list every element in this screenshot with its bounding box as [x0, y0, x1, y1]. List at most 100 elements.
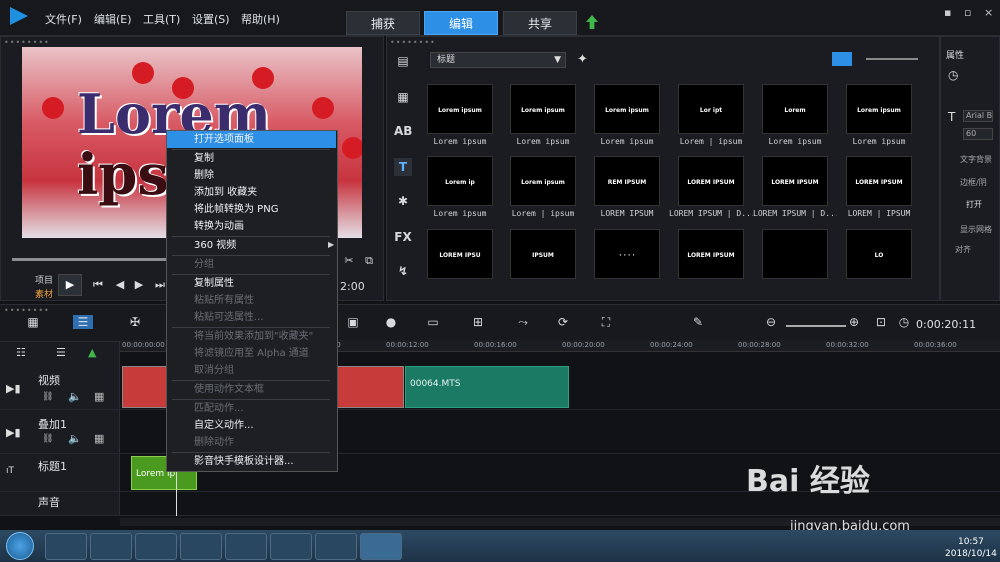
zoom-out-icon[interactable]: ⊖: [763, 315, 779, 329]
multi-camera-icon[interactable]: ⊞: [470, 315, 486, 329]
path-icon[interactable]: ↯: [394, 262, 412, 280]
taskbar-videostudio-icon[interactable]: [360, 533, 402, 560]
link-icon[interactable]: ⛓: [42, 392, 53, 402]
view-toggle-icon[interactable]: [832, 52, 852, 66]
system-clock[interactable]: 10:57 2018/10/14: [945, 536, 997, 560]
title-thumbnail[interactable]: LOREM IPSUM: [846, 156, 912, 206]
fit-icon[interactable]: ⊡: [873, 315, 889, 329]
split-icon[interactable]: ✂: [343, 255, 355, 267]
enlarge-icon[interactable]: ⧉: [363, 255, 375, 267]
context-menu-item[interactable]: 自定义动作...: [167, 417, 336, 434]
mixer-icon[interactable]: ▣: [345, 315, 361, 329]
title-thumbnail[interactable]: Lor ipt: [678, 84, 744, 134]
text-background-label[interactable]: 文字背景: [960, 154, 992, 165]
thumbnail-size-slider[interactable]: [866, 58, 918, 60]
speaker-icon[interactable]: 🔈: [68, 432, 82, 445]
auto-music-icon[interactable]: ●: [383, 315, 399, 329]
panel-grip-icon[interactable]: ••••••••: [4, 38, 50, 47]
tab-share[interactable]: 共享: [503, 11, 577, 35]
add-favorite-icon[interactable]: ✦: [577, 52, 588, 67]
close-button[interactable]: ×: [984, 6, 993, 19]
duration-clock-icon[interactable]: ◷: [896, 315, 912, 329]
zoom-slider[interactable]: [786, 325, 846, 327]
next-frame-icon[interactable]: ▶: [133, 279, 145, 291]
grid-icon[interactable]: ▦: [94, 390, 104, 403]
prev-frame-icon[interactable]: ◀: [114, 279, 126, 291]
play-button[interactable]: ▶: [58, 274, 82, 296]
screen-capture-icon[interactable]: ⛶: [598, 315, 614, 329]
minimize-button[interactable]: ▪: [944, 6, 951, 19]
open-label[interactable]: 打开: [966, 199, 982, 210]
home-icon[interactable]: ⏮: [92, 279, 104, 291]
link-icon[interactable]: ⛓: [42, 434, 53, 444]
end-icon[interactable]: ⏭: [154, 279, 166, 291]
motion-tracking-icon[interactable]: ⤳: [515, 315, 531, 329]
maximize-button[interactable]: ▫: [964, 6, 971, 19]
context-menu-item[interactable]: 将此帧转换为 PNG: [167, 201, 336, 218]
title-thumbnail[interactable]: Lorem ipsum: [510, 156, 576, 206]
title-thumbnail[interactable]: LOREM IPSUM: [762, 156, 828, 206]
start-button[interactable]: [6, 532, 34, 560]
font-select[interactable]: Arial B: [963, 110, 993, 122]
tools-icon[interactable]: ✠: [127, 315, 143, 329]
context-menu-item[interactable]: 转换为动画: [167, 218, 336, 235]
zoom-in-icon[interactable]: ⊕: [846, 315, 862, 329]
speaker-icon[interactable]: 🔈: [68, 390, 82, 403]
filter-icon[interactable]: FX: [394, 228, 412, 246]
transition-icon[interactable]: AB: [394, 122, 412, 140]
context-menu-item[interactable]: 影音快手模板设计器...: [167, 453, 336, 470]
context-menu-item[interactable]: 复制属性: [167, 275, 336, 292]
record-capture-icon[interactable]: ✎: [690, 315, 706, 329]
clip-mode-label[interactable]: 素材: [35, 287, 53, 300]
storyboard-view-icon[interactable]: ▦: [25, 315, 41, 329]
title-thumbnail[interactable]: LOREM IPSUM: [678, 229, 744, 279]
chapter-icon[interactable]: ☰: [56, 346, 66, 359]
menu-edit[interactable]: 编辑(E): [94, 11, 132, 27]
taskbar-explorer-icon[interactable]: [90, 533, 132, 560]
video-clip-mts[interactable]: 00064.MTS: [405, 366, 569, 408]
context-menu-item[interactable]: 打开选项面板: [167, 131, 336, 148]
title-thumbnail[interactable]: IPSUM: [510, 229, 576, 279]
graphic-icon[interactable]: ✱: [394, 192, 412, 210]
title-thumbnail[interactable]: Lorem: [762, 84, 828, 134]
add-track-icon[interactable]: ▲: [88, 346, 96, 359]
taskbar-browser-icon[interactable]: [45, 533, 87, 560]
title-thumbnail[interactable]: · · · ·: [594, 229, 660, 279]
menu-help[interactable]: 帮助(H): [241, 11, 280, 27]
menu-file[interactable]: 文件(F): [45, 11, 82, 27]
title-thumbnail[interactable]: Lorem ipsum: [846, 84, 912, 134]
media-icon[interactable]: ▤: [394, 52, 412, 70]
instant-project-icon[interactable]: ▦: [394, 88, 412, 106]
context-menu-item[interactable]: 360 视频: [167, 237, 336, 254]
rotate-icon[interactable]: ⟳: [555, 315, 571, 329]
title-thumbnail[interactable]: Lorem ip: [427, 156, 493, 206]
tab-edit[interactable]: 编辑: [424, 11, 498, 35]
title-icon[interactable]: T: [394, 158, 412, 176]
tab-capture[interactable]: 捕获: [346, 11, 420, 35]
preview-timecode[interactable]: 2:00: [340, 280, 365, 293]
display-grid-label[interactable]: 显示网格: [960, 224, 992, 235]
taskbar-recorder-icon[interactable]: [315, 533, 357, 560]
timeline-view-icon[interactable]: ☰: [73, 315, 93, 329]
project-mode-label[interactable]: 项目: [35, 273, 53, 286]
subtitle-icon[interactable]: ▭: [425, 315, 441, 329]
title-thumbnail[interactable]: [762, 229, 828, 279]
context-menu-item[interactable]: 删除: [167, 167, 336, 184]
title-thumbnail[interactable]: LOREM IPSU: [427, 229, 493, 279]
grid-icon[interactable]: ▦: [94, 432, 104, 445]
panel-grip-icon[interactable]: ••••••••: [4, 306, 50, 315]
timeline-timecode[interactable]: 0:00:20:11: [916, 318, 976, 331]
taskbar-document-icon[interactable]: [270, 533, 312, 560]
title-thumbnail[interactable]: Lorem ipsum: [427, 84, 493, 134]
font-size-field[interactable]: 60: [963, 128, 993, 140]
menu-settings[interactable]: 设置(S): [192, 11, 230, 27]
context-menu-item[interactable]: 复制: [167, 150, 336, 167]
title-thumbnail[interactable]: Lorem ipsum: [594, 84, 660, 134]
context-menu-item[interactable]: 添加到 收藏夹: [167, 184, 336, 201]
border-shadow-label[interactable]: 边框/阴: [960, 177, 987, 188]
taskbar-qq-icon[interactable]: [135, 533, 177, 560]
menu-tools[interactable]: 工具(T): [143, 11, 180, 27]
title-thumbnail[interactable]: REM IPSUM: [594, 156, 660, 206]
title-thumbnail[interactable]: Lorem ipsum: [510, 84, 576, 134]
options-attributes-label[interactable]: 属性: [946, 48, 964, 61]
